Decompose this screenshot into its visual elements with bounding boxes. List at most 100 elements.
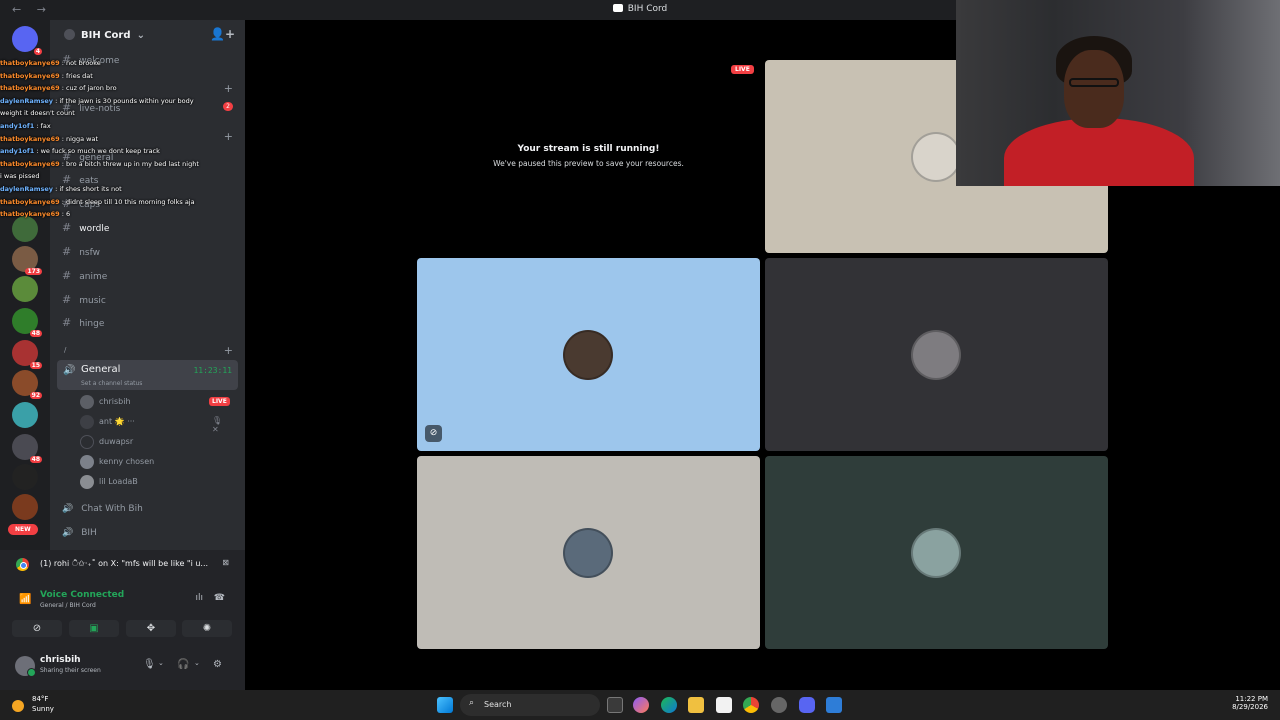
avatar [15, 656, 36, 677]
voice-connected-title[interactable]: Voice Connected [40, 590, 124, 600]
user-info[interactable]: chrisbih Sharing their screen 🎙 ⌄ 🎧 ⌄ ⚙ [10, 652, 235, 680]
chat-username: thatboykanye69 [0, 59, 60, 67]
server-icon[interactable]: 48 [12, 308, 42, 337]
settings-gear-icon[interactable]: ⚙ [213, 659, 222, 670]
participant-tile[interactable] [765, 456, 1108, 649]
voice-connected-sub[interactable]: General / BIH Cord [40, 602, 96, 609]
chat-line: thatboykanye69 : cuz of jaron bro [0, 84, 117, 93]
noise-suppression-icon[interactable]: ılı [195, 593, 203, 603]
webcam-overlay [956, 0, 1280, 186]
chevron-down-icon[interactable]: ⌄ [194, 659, 200, 667]
activities-button[interactable]: ✥ [126, 620, 176, 637]
hash-icon: # [62, 293, 72, 306]
voice-channel-chat-with-bih[interactable]: 🔊 Chat With Bih [62, 504, 143, 514]
screen-share-button[interactable]: ▣ [69, 620, 119, 637]
disconnect-icon[interactable]: ☎ [214, 593, 225, 603]
voice-channel-label: Chat With Bih [81, 504, 143, 514]
taskbar-search[interactable]: ⌕ Search [460, 694, 600, 716]
participant-tile[interactable] [417, 456, 760, 649]
notepad-icon[interactable] [826, 697, 842, 713]
server-icon[interactable] [12, 276, 38, 302]
chat-line: thatboykanye69 : fries dat [0, 71, 93, 80]
chat-line: thatboykanye69 : nigga wat [0, 134, 99, 143]
discord-logo-icon [612, 4, 623, 12]
server-icon [64, 29, 75, 40]
add-channel-icon[interactable]: + [224, 344, 233, 357]
server-icon[interactable] [12, 494, 38, 520]
clock-date: 8/29/2026 [1232, 703, 1268, 711]
chat-message: if shes short its not [59, 184, 122, 193]
unread-badge: 173 [25, 268, 42, 275]
webcam-person [1069, 78, 1119, 87]
store-icon[interactable] [716, 697, 732, 713]
server-icon[interactable]: 92 [12, 370, 42, 399]
close-icon[interactable]: ⊠ [222, 558, 229, 567]
chat-username: thatboykanye69 [0, 84, 60, 93]
muted-deafened-icon: 🎙✕ [212, 416, 223, 434]
chevron-down-icon[interactable]: ⌄ [158, 659, 164, 667]
voice-user-extra: 🌟 ··· [114, 417, 135, 426]
weather-condition: Sunny [32, 705, 54, 713]
avatar [80, 455, 94, 469]
server-icon[interactable]: 48 [12, 434, 42, 463]
avatar [911, 132, 961, 182]
server-icon[interactable] [12, 402, 38, 428]
paused-stream-tile[interactable]: Your stream is still running! We've paus… [417, 60, 760, 253]
soundboard-button[interactable]: ✺ [182, 620, 232, 637]
unread-badge: 15 [29, 362, 42, 369]
category-label: / [64, 346, 67, 354]
copilot-icon[interactable] [633, 697, 649, 713]
category-header[interactable]: / [64, 346, 66, 354]
discord-icon[interactable] [799, 697, 815, 713]
edge-icon[interactable] [661, 697, 677, 713]
chat-username: andy1of1 [0, 147, 35, 156]
channel-anime[interactable]: # anime [62, 269, 107, 282]
chat-line: i was pissed [0, 170, 240, 183]
file-explorer-icon[interactable] [688, 697, 704, 713]
avatar [80, 475, 94, 489]
chat-line: thatboykanye69 : didnt sleep till 10 thi… [0, 197, 195, 206]
chat-line: thatboykanye69 : not brooke [0, 59, 101, 67]
server-icon[interactable]: 173 [12, 246, 42, 275]
task-view-icon[interactable] [607, 697, 623, 713]
microphone-icon[interactable]: 🎙 [143, 659, 156, 670]
headphones-icon[interactable]: 🎧 [177, 659, 189, 670]
invite-people-icon[interactable]: 👤+ [210, 27, 235, 41]
home-button[interactable]: 4 [12, 26, 42, 55]
windows-start-icon[interactable] [437, 697, 453, 713]
weather-temp: 84°F [32, 695, 49, 703]
speaker-icon: 🔊 [62, 504, 74, 514]
channel-status[interactable]: Set a channel status [81, 380, 142, 387]
voice-channel-label: BIH [81, 528, 97, 538]
chat-line: daylenRamsey : if shes short its not [0, 184, 122, 193]
hash-icon: # [62, 316, 72, 329]
avatar [80, 395, 94, 409]
server-icon[interactable]: 15 [12, 340, 42, 369]
activity-card[interactable]: (1) rohi ੈ✩‧₊˚ on X: "mfs will be like "… [10, 554, 235, 574]
chat-line: andy1of1 : fax [0, 121, 51, 130]
participant-tile[interactable] [765, 258, 1108, 451]
channel-nsfw[interactable]: # nsfw [62, 245, 100, 258]
channel-music[interactable]: # music [62, 293, 106, 306]
participant-tile[interactable]: ⊘ [417, 258, 760, 451]
camera-off-button[interactable]: ⊘ [12, 620, 62, 637]
taskbar-clock[interactable]: 11:22 PM 8/29/2026 [1232, 695, 1268, 711]
avatar [80, 435, 94, 449]
sun-icon [12, 700, 24, 712]
chrome-icon[interactable] [743, 697, 759, 713]
channel-wordle[interactable]: # wordle [62, 221, 109, 234]
signal-icon[interactable]: 📶 [19, 594, 31, 605]
server-icon[interactable] [12, 464, 38, 490]
channel-hinge[interactable]: # hinge [62, 316, 104, 329]
app-icon[interactable] [771, 697, 787, 713]
chat-message: if the jawn is 30 pounds within your bod… [59, 96, 194, 105]
voice-channel-general[interactable]: 🔊 General 11:23:11 Set a channel status [57, 360, 238, 390]
chat-message: didnt sleep till 10 this morning folks a… [65, 197, 195, 206]
voice-user-name: ant 🌟 ··· [99, 417, 135, 426]
server-header[interactable]: BIH Cord ⌄ 👤+ [50, 20, 245, 50]
channel-label: hinge [79, 319, 105, 329]
voice-user-name: kenny chosen [99, 457, 155, 466]
paused-title: Your stream is still running! [517, 144, 660, 154]
voice-channel-bih[interactable]: 🔊 BIH [62, 528, 97, 538]
chat-message: we fuck so much we dont keep track [40, 147, 160, 156]
